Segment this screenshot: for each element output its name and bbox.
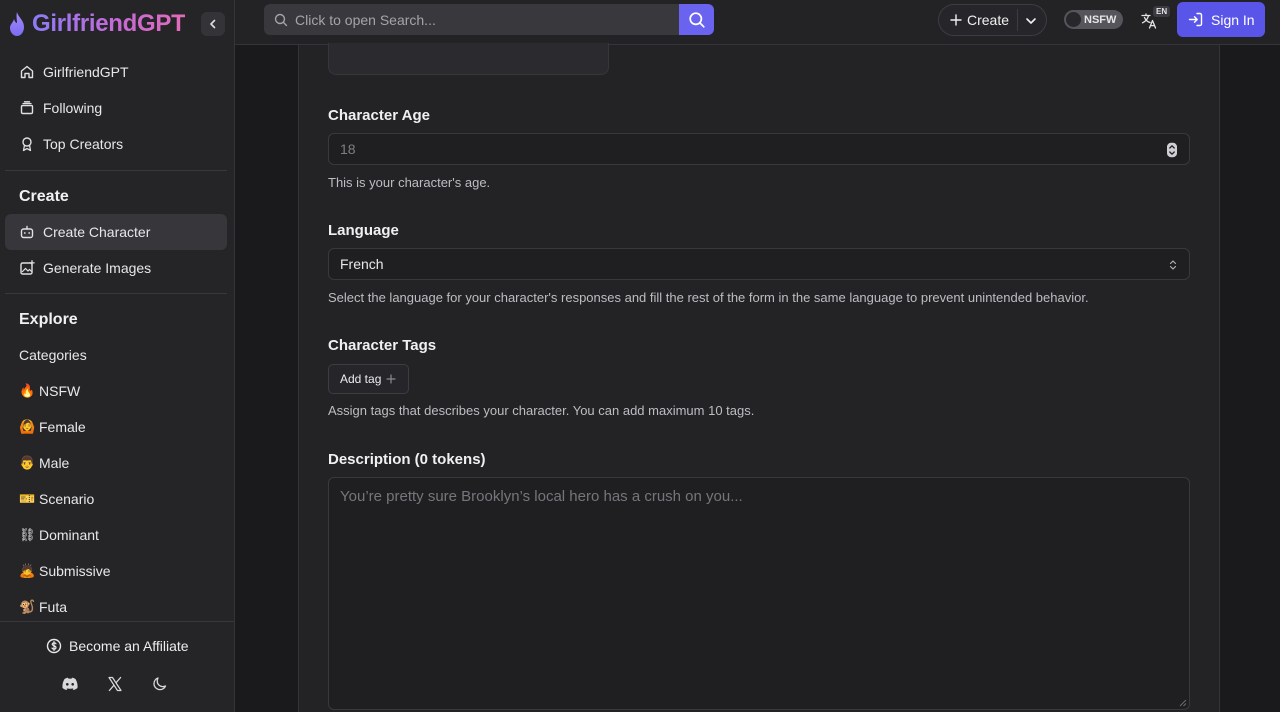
ticket-icon: 🎫 — [19, 491, 36, 506]
theme-toggle-button[interactable] — [150, 674, 170, 694]
sidebar-item-generate-images[interactable]: Generate Images — [5, 250, 227, 286]
affiliate-label: Become an Affiliate — [69, 638, 189, 654]
character-form-panel: Character Age 18 This is your character'… — [298, 43, 1220, 712]
sidebar-item-label: Following — [43, 100, 103, 116]
nsfw-toggle[interactable]: NSFW — [1064, 10, 1123, 29]
language-switcher[interactable]: EN — [1140, 6, 1171, 33]
sidebar-item-label: Generate Images — [43, 260, 152, 276]
character-age-helper: This is your character's age. — [328, 175, 491, 190]
chevron-left-icon — [210, 19, 216, 29]
search-icon — [274, 13, 288, 26]
sidebar-item-following[interactable]: Following — [5, 90, 227, 126]
moon-icon — [153, 677, 167, 691]
language-helper: Select the language for your character's… — [328, 290, 1089, 305]
log-in-icon — [1188, 12, 1203, 27]
sidebar-item-label: Categories — [19, 347, 87, 363]
brand-name: GirlfriendGPT — [32, 10, 186, 37]
section-title-explore: Explore — [19, 311, 78, 328]
sidebar-item-label: GirlfriendGPT — [43, 64, 129, 80]
language-label: Language — [328, 222, 399, 239]
language-badge: EN — [1153, 6, 1171, 17]
create-button[interactable]: Create — [939, 5, 1017, 35]
resize-handle-icon[interactable] — [1179, 699, 1187, 707]
sidebar-item-create-character[interactable]: Create Character — [5, 214, 227, 250]
sidebar-item-label: Futa — [39, 599, 68, 615]
stack-icon — [20, 101, 34, 115]
woman-gesture-icon: 🙆 — [19, 419, 36, 434]
sidebar-item-label: Male — [39, 455, 70, 471]
sidebar-item-scenario[interactable]: 🎫 Scenario — [5, 481, 227, 517]
sidebar-item-top-creators[interactable]: Top Creators — [5, 126, 227, 162]
sidebar-item-label: NSFW — [39, 383, 81, 399]
sidebar-item-nsfw[interactable]: 🔥 NSFW — [5, 373, 227, 409]
section-title-create: Create — [19, 188, 69, 205]
sidebar: GirlfriendGPT GirlfriendGPT Following To… — [0, 0, 235, 712]
image-plus-icon — [20, 260, 35, 275]
top-bar: Click to open Search... Create NSFW EN S… — [235, 0, 1280, 45]
description-label: Description (0 tokens) — [328, 451, 486, 468]
previous-field-box[interactable] — [328, 43, 609, 75]
home-icon — [20, 65, 34, 79]
number-stepper-icon[interactable] — [1166, 142, 1178, 158]
create-label: Create — [967, 12, 1010, 28]
discord-icon — [62, 677, 78, 690]
sidebar-item-submissive[interactable]: 🙇 Submissive — [5, 553, 227, 589]
sidebar-item-female[interactable]: 🙆 Female — [5, 409, 227, 445]
sidebar-divider — [5, 170, 227, 171]
nsfw-toggle-label: NSFW — [1084, 13, 1117, 26]
sidebar-item-label: Female — [39, 419, 86, 435]
brand-logo[interactable]: GirlfriendGPT — [6, 8, 228, 40]
sidebar-item-categories[interactable]: Categories — [5, 337, 227, 373]
flame-icon — [10, 12, 24, 36]
bowing-person-icon: 🙇 — [19, 563, 36, 578]
plus-icon — [386, 374, 396, 384]
sign-in-button[interactable]: Sign In — [1177, 2, 1265, 37]
add-tag-button[interactable]: Add tag — [328, 364, 409, 394]
character-tags-label: Character Tags — [328, 337, 437, 354]
description-placeholder: You’re pretty sure Brooklyn’s local hero… — [340, 488, 743, 505]
search-placeholder: Click to open Search... — [295, 11, 436, 28]
plus-icon — [950, 14, 962, 26]
add-tag-label: Add tag — [340, 372, 382, 386]
language-select[interactable]: French — [328, 248, 1190, 280]
sidebar-item-label: Create Character — [43, 224, 151, 240]
sidebar-divider — [5, 293, 227, 294]
sidebar-item-home[interactable]: GirlfriendGPT — [5, 54, 227, 90]
discord-link[interactable] — [60, 674, 80, 694]
create-divider — [1017, 9, 1018, 31]
chains-icon: ⛓ — [19, 527, 36, 542]
toggle-knob — [1066, 12, 1081, 27]
sidebar-item-futa[interactable]: 🐒 Futa — [5, 589, 227, 625]
sidebar-item-male[interactable]: 👨 Male — [5, 445, 227, 481]
dollar-circle-icon — [46, 638, 62, 654]
become-affiliate-link[interactable]: Become an Affiliate — [46, 638, 189, 654]
sidebar-item-label: Dominant — [39, 527, 99, 543]
character-tags-helper: Assign tags that describes your characte… — [328, 403, 755, 418]
x-twitter-link[interactable] — [105, 674, 125, 694]
collapse-sidebar-button[interactable] — [201, 12, 225, 36]
fire-icon: 🔥 — [19, 383, 36, 398]
character-age-value: 18 — [340, 141, 356, 157]
description-textarea[interactable]: You’re pretty sure Brooklyn’s local hero… — [328, 477, 1190, 710]
chevron-down-icon[interactable] — [1023, 13, 1039, 29]
x-logo-icon — [108, 676, 122, 692]
character-age-input[interactable]: 18 — [328, 133, 1190, 165]
man-icon: 👨 — [19, 455, 36, 470]
sidebar-item-dominant[interactable]: ⛓ Dominant — [5, 517, 227, 553]
sidebar-item-label: Submissive — [39, 563, 111, 579]
sidebar-footer: Become an Affiliate — [0, 621, 234, 712]
chevron-up-down-icon — [1169, 260, 1177, 270]
create-button-group: Create — [938, 4, 1047, 36]
monkey-icon: 🐒 — [19, 599, 36, 614]
award-icon — [22, 137, 32, 152]
character-age-label: Character Age — [328, 107, 430, 124]
sidebar-item-label: Top Creators — [43, 136, 124, 152]
search-button[interactable] — [679, 4, 714, 35]
sidebar-item-label: Scenario — [39, 491, 95, 507]
sign-in-label: Sign In — [1211, 11, 1255, 28]
robot-icon — [20, 225, 34, 239]
search-input[interactable]: Click to open Search... — [264, 4, 680, 35]
search-icon — [688, 11, 705, 28]
language-selected-value: French — [340, 256, 384, 272]
